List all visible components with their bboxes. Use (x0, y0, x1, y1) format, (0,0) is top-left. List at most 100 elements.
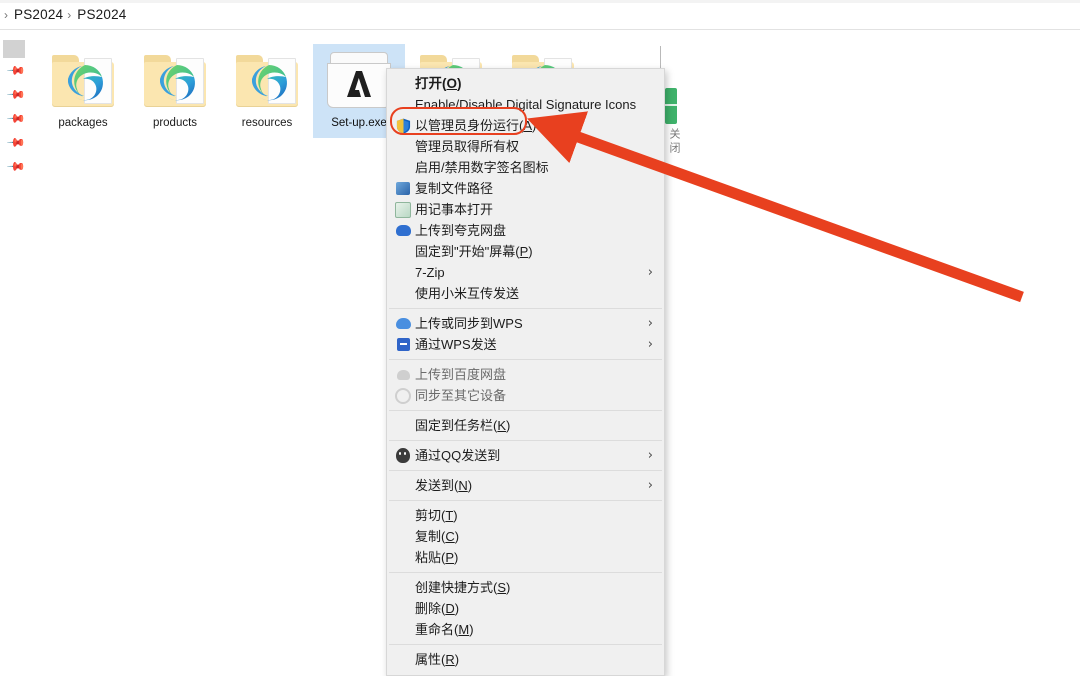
window-top-edge (0, 0, 1080, 3)
folder-icon (37, 46, 129, 116)
menu-item-label: 上传到夸克网盘 (415, 223, 507, 238)
menu-item-12[interactable]: 上传或同步到WPS › (387, 313, 664, 334)
edge-logo-icon (68, 64, 103, 101)
adobe-a-icon (347, 71, 371, 97)
menu-item-26[interactable]: 粘贴(P) (387, 547, 664, 568)
menu-item-no-icon (393, 286, 413, 302)
menu-item-no-icon (393, 508, 413, 524)
menu-item-6[interactable]: 用记事本打开 (387, 199, 664, 220)
breadcrumb-item-1[interactable]: PS2024 (14, 7, 63, 22)
menu-item-no-icon (393, 244, 413, 260)
menu-item-label: 重命名(M) (415, 622, 474, 637)
menu-item-label: 剪切(T) (415, 508, 458, 523)
menu-item-18[interactable]: 固定到任务栏(K) (387, 415, 664, 436)
menu-item-label: 启用/禁用数字签名图标 (415, 160, 549, 175)
menu-separator (389, 470, 662, 471)
menu-item-no-icon (393, 550, 413, 566)
menu-item-no-icon (393, 97, 413, 113)
menu-item-5[interactable]: 复制文件路径 (387, 178, 664, 199)
menu-separator (389, 440, 662, 441)
file-item-products[interactable]: products (129, 46, 221, 129)
menu-item-label: 粘贴(P) (415, 550, 459, 565)
menu-item-label: 发送到(N) (415, 478, 473, 493)
menu-item-label: 复制(C) (415, 529, 460, 544)
menu-separator (389, 500, 662, 501)
menu-item-label: 用记事本打开 (415, 202, 494, 217)
menu-item-4[interactable]: 启用/禁用数字签名图标 (387, 157, 664, 178)
vertical-side-label: 关闭 (668, 128, 680, 156)
breadcrumb-bar: › PS2024 › PS2024 (0, 0, 1080, 30)
menu-item-label: 复制文件路径 (415, 181, 494, 196)
menu-item-29[interactable]: 删除(D) (387, 598, 664, 619)
wps-send-icon (393, 337, 413, 353)
menu-item-10[interactable]: 使用小米互传发送 (387, 283, 664, 304)
quark-cloud-icon (393, 223, 413, 239)
menu-item-no-icon (393, 652, 413, 668)
baidu-cloud-icon (393, 367, 413, 383)
menu-separator (389, 359, 662, 360)
chevron-right-icon: › (647, 316, 653, 331)
menu-item-24[interactable]: 剪切(T) (387, 505, 664, 526)
menu-item-label: 管理员取得所有权 (415, 139, 520, 154)
file-item-resources[interactable]: resources (221, 46, 313, 129)
menu-item-22[interactable]: 发送到(N) › (387, 475, 664, 496)
menu-item-28[interactable]: 创建快捷方式(S) (387, 577, 664, 598)
breadcrumb-item-2[interactable]: PS2024 (77, 7, 126, 22)
chevron-right-icon: › (647, 337, 653, 352)
menu-item-label: 固定到任务栏(K) (415, 418, 511, 433)
menu-item-9[interactable]: 7-Zip › (387, 262, 664, 283)
copy-path-icon (393, 181, 413, 197)
menu-item-label: 以管理员身份运行(A) (415, 118, 537, 133)
menu-item-32[interactable]: 属性(R) (387, 649, 664, 670)
folder-icon (129, 46, 221, 116)
context-menu[interactable]: 打开(O) Enable/Disable Digital Signature Ic… (386, 68, 665, 676)
menu-item-2[interactable]: 以管理员身份运行(A) (387, 115, 664, 136)
menu-item-label: 使用小米互传发送 (415, 286, 520, 301)
menu-item-3[interactable]: 管理员取得所有权 (387, 136, 664, 157)
menu-item-no-icon (393, 622, 413, 638)
menu-item-no-icon (393, 139, 413, 155)
menu-item-13[interactable]: 通过WPS发送 › (387, 334, 664, 355)
breadcrumb-separator-1: › (4, 7, 8, 22)
menu-item-no-icon (393, 418, 413, 434)
file-label: packages (58, 117, 108, 129)
menu-item-label: 上传到百度网盘 (415, 367, 507, 382)
menu-item-label: 同步至其它设备 (415, 388, 507, 403)
menu-item-label: 删除(D) (415, 601, 460, 616)
menu-item-1[interactable]: Enable/Disable Digital Signature Icons (387, 94, 664, 115)
file-label: products (152, 117, 198, 129)
chevron-right-icon: › (647, 448, 653, 463)
menu-item-20[interactable]: 通过QQ发送到 › (387, 445, 664, 466)
menu-separator (389, 644, 662, 645)
menu-item-label: 打开(O) (415, 76, 462, 91)
wps-cloud-icon (393, 316, 413, 332)
breadcrumb-separator-2: › (67, 7, 72, 22)
menu-item-0[interactable]: 打开(O) (387, 73, 664, 94)
menu-item-label: 属性(R) (415, 652, 460, 667)
menu-separator (389, 572, 662, 573)
chevron-right-icon: › (647, 265, 653, 280)
file-item-packages[interactable]: packages (37, 46, 129, 129)
menu-item-label: 固定到"开始"屏幕(P) (415, 244, 533, 259)
green-status-badge (665, 88, 677, 124)
menu-item-label: 通过QQ发送到 (415, 448, 501, 463)
menu-item-no-icon (393, 478, 413, 494)
notepad-icon (393, 201, 413, 218)
menu-item-no-icon (393, 160, 413, 176)
menu-item-16[interactable]: 同步至其它设备 (387, 385, 664, 406)
menu-item-no-icon (393, 580, 413, 596)
menu-item-25[interactable]: 复制(C) (387, 526, 664, 547)
menu-item-30[interactable]: 重命名(M) (387, 619, 664, 640)
menu-item-label: 7-Zip (415, 265, 445, 280)
menu-item-no-icon (393, 601, 413, 617)
qq-icon (393, 448, 413, 464)
menu-item-no-icon (393, 529, 413, 545)
menu-item-label: 通过WPS发送 (415, 337, 497, 352)
menu-item-8[interactable]: 固定到"开始"屏幕(P) (387, 241, 664, 262)
shield-icon (393, 118, 413, 134)
menu-item-15[interactable]: 上传到百度网盘 (387, 364, 664, 385)
sync-icon (393, 387, 413, 404)
menu-item-7[interactable]: 上传到夸克网盘 (387, 220, 664, 241)
menu-item-label: Enable/Disable Digital Signature Icons (415, 97, 637, 112)
menu-item-label: 上传或同步到WPS (415, 316, 523, 331)
